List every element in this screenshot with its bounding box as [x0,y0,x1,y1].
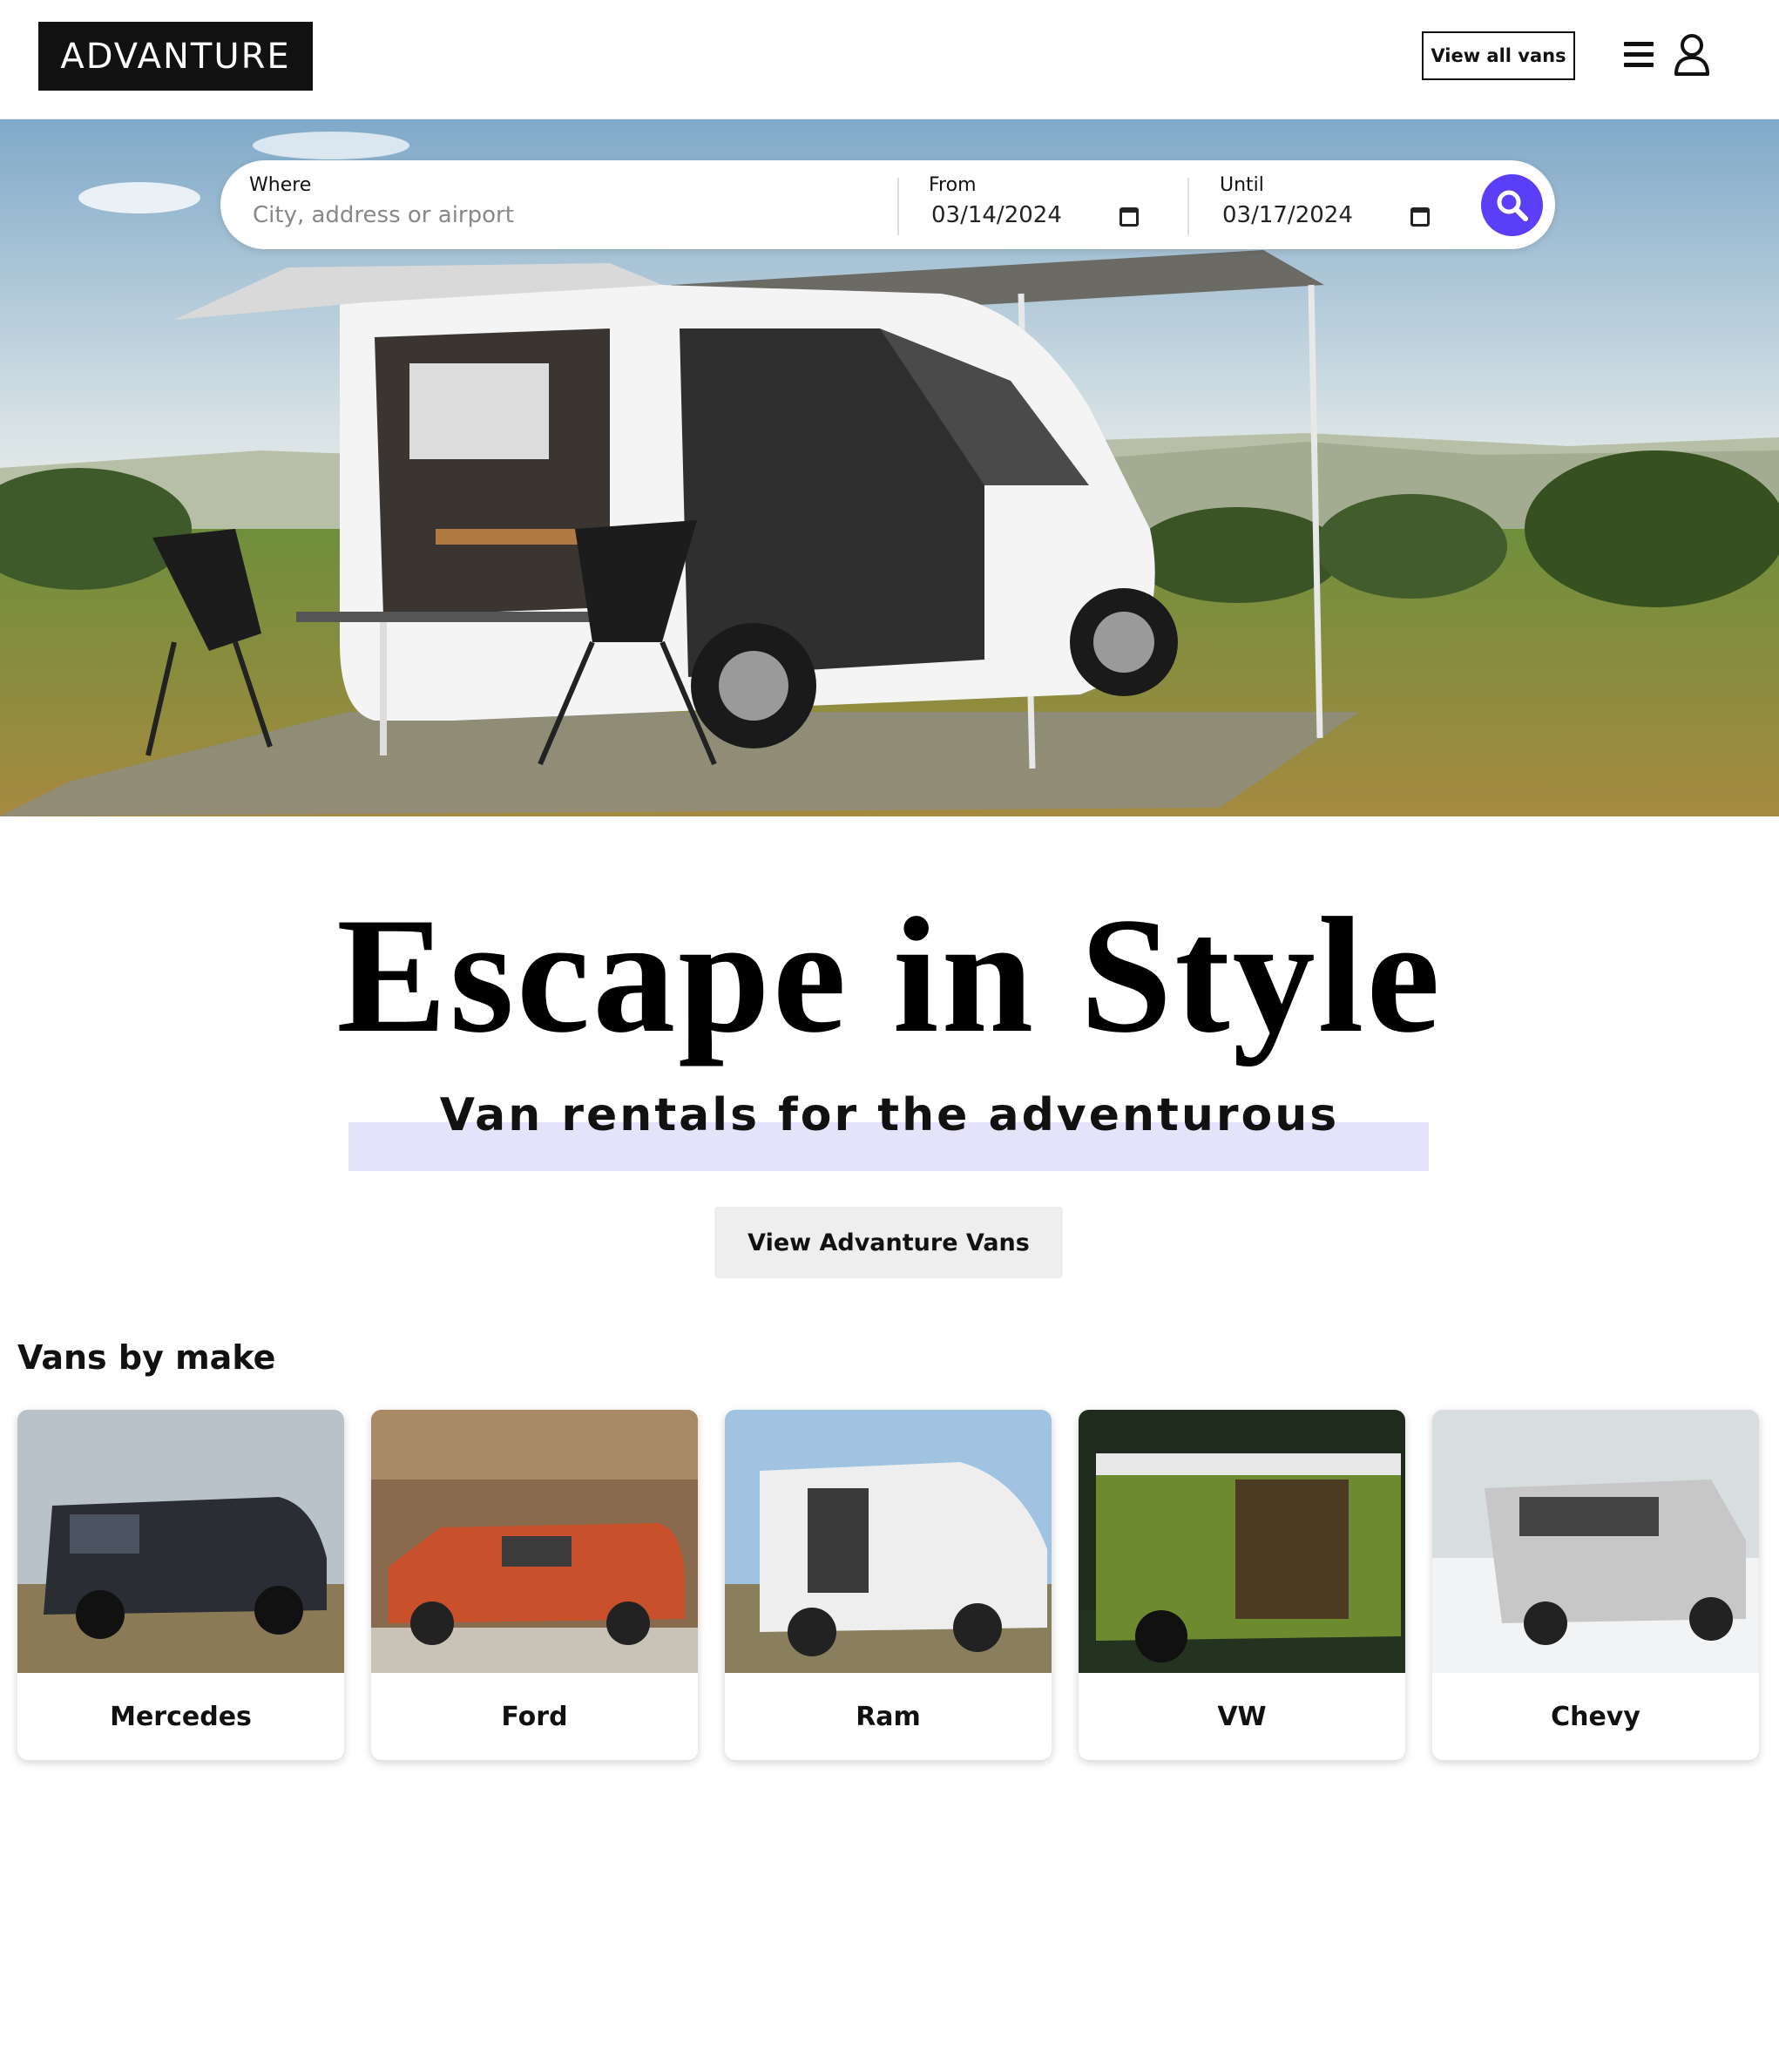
section-heading: Vans by make [17,1338,276,1377]
search-button[interactable] [1481,174,1543,236]
view-all-vans-button[interactable]: View all vans [1422,31,1575,80]
menu-icon[interactable] [1624,42,1654,68]
make-label: Mercedes [110,1701,252,1732]
ford-van-image [371,1410,698,1673]
mercedes-van-image [17,1410,344,1673]
where-input[interactable]: City, address or airport [253,202,514,228]
make-label: Chevy [1551,1701,1640,1732]
page-subtitle: Van rentals for the adventurous [439,1089,1340,1141]
make-card-ram[interactable]: Ram [725,1410,1052,1760]
logo[interactable]: ADVANTURE [38,22,313,91]
from-date-input[interactable]: 03/14/2024 [931,202,1062,228]
page-title: Escape in Style [336,884,1443,1067]
where-label: Where [249,174,312,196]
search-icon [1497,190,1528,221]
user-icon[interactable] [1673,33,1711,77]
divider [1187,178,1189,235]
divider [897,178,899,235]
make-card-mercedes[interactable]: Mercedes [17,1410,344,1760]
ram-van-image [725,1410,1052,1673]
from-label: From [929,174,977,196]
make-label: Ram [856,1701,921,1732]
make-label: Ford [501,1701,568,1732]
make-card-chevy[interactable]: Chevy [1432,1410,1759,1760]
make-label: VW [1217,1701,1267,1732]
calendar-icon[interactable] [1119,207,1139,227]
chevy-van-image [1432,1410,1759,1673]
search-bar: Where City, address or airport From 03/1… [220,160,1555,249]
until-date-input[interactable]: 03/17/2024 [1222,202,1353,228]
make-card-vw[interactable]: VW [1079,1410,1405,1760]
view-advanture-vans-button[interactable]: View Advanture Vans [714,1207,1063,1278]
site-header: ADVANTURE View all vans [0,0,1779,119]
vw-van-image [1079,1410,1405,1673]
until-label: Until [1220,174,1264,196]
calendar-icon[interactable] [1410,207,1430,227]
make-card-ford[interactable]: Ford [371,1410,698,1760]
